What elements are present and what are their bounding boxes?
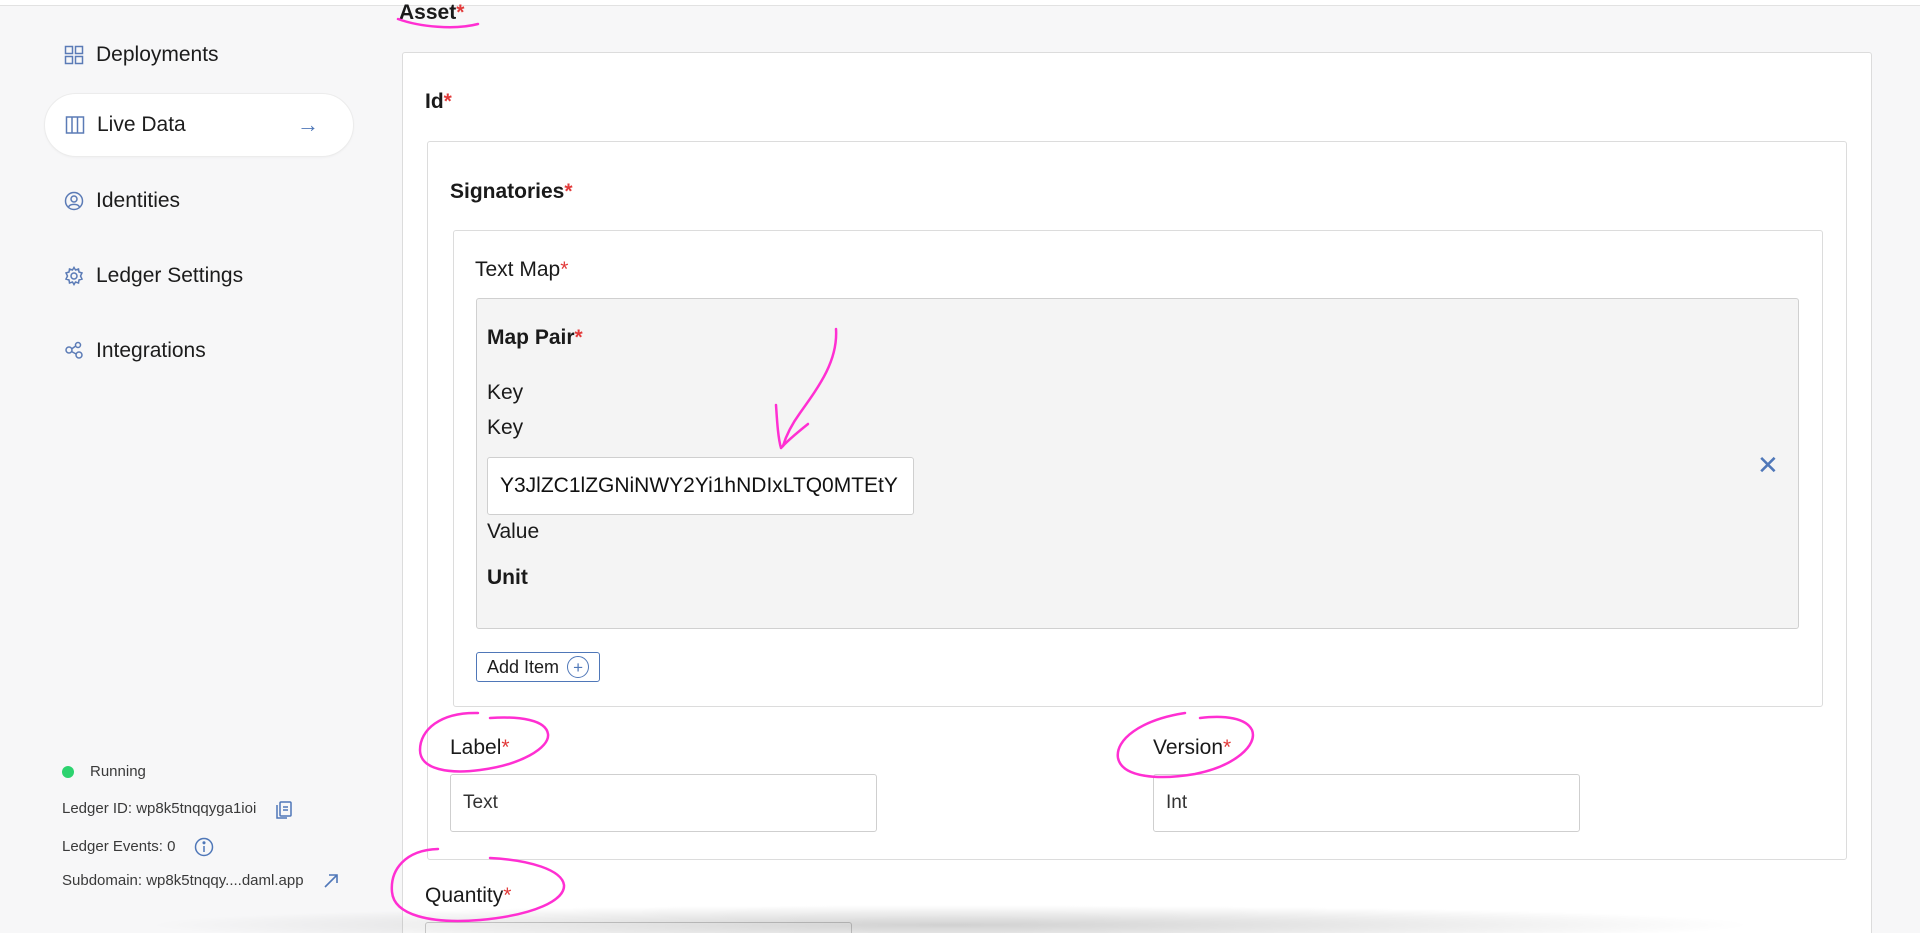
sidebar-item-identities[interactable]: Identities	[44, 169, 354, 233]
sidebar: Deployments Live Data → Identities Ledge…	[0, 6, 380, 933]
columns-icon	[65, 115, 85, 135]
value-label: Value	[487, 520, 540, 543]
sidebar-item-label: Live Data	[97, 113, 186, 136]
sidebar-item-live-data[interactable]: Live Data →	[44, 93, 354, 157]
map-pair-label: Map Pair*	[487, 326, 583, 349]
add-item-button[interactable]: Add Item +	[476, 652, 601, 682]
version-input[interactable]: Int	[1153, 774, 1580, 832]
key-input[interactable]: Y3JlZC1lZGNiNWY2Yi1hNDIxLTQ0MTEtY	[487, 457, 914, 515]
plus-circle-icon: +	[567, 656, 590, 678]
remove-map-pair-icon[interactable]: ✕	[1757, 452, 1779, 478]
nodes-icon	[64, 341, 84, 361]
sidebar-item-ledger-settings[interactable]: Ledger Settings	[44, 244, 354, 308]
ledger-events: Ledger Events: 0	[62, 837, 214, 857]
sidebar-item-label: Integrations	[96, 339, 206, 362]
user-circle-icon	[64, 191, 84, 211]
info-icon[interactable]	[194, 837, 214, 857]
main-content: Asset* Id* Signatories* Text Map* Map Pa…	[380, 1, 1920, 933]
version-field-label: Version*	[1153, 736, 1232, 759]
sidebar-item-deployments[interactable]: Deployments	[44, 23, 354, 87]
signatories-label: Signatories*	[450, 180, 573, 203]
label-field-label: Label*	[450, 736, 510, 759]
key-label: Key	[487, 381, 524, 404]
sidebar-item-integrations[interactable]: Integrations	[44, 319, 354, 383]
gear-icon	[64, 266, 84, 286]
ledger-id: Ledger ID: wp8k5tnqqyga1ioi	[62, 799, 294, 819]
asset-label: Asset*	[399, 1, 465, 24]
status-dot	[62, 766, 74, 779]
id-label: Id*	[425, 90, 452, 113]
app-window: Deployments Live Data → Identities Ledge…	[0, 0, 1920, 933]
subdomain: Subdomain: wp8k5tnqqy....daml.app	[62, 872, 340, 890]
status-running: Running	[62, 763, 146, 780]
sidebar-item-label: Ledger Settings	[96, 264, 244, 287]
external-link-icon[interactable]	[322, 872, 340, 890]
grid-icon	[64, 45, 84, 65]
copy-icon[interactable]	[274, 799, 294, 819]
label-input[interactable]: Text	[450, 774, 877, 832]
key-sublabel: Key	[487, 416, 524, 439]
bottom-shadow	[140, 905, 1760, 933]
sidebar-item-label: Identities	[96, 189, 181, 212]
sidebar-item-label: Deployments	[96, 43, 219, 66]
text-map-label: Text Map*	[475, 258, 569, 281]
unit-label: Unit	[487, 566, 528, 589]
arrow-right-icon: →	[297, 112, 319, 137]
